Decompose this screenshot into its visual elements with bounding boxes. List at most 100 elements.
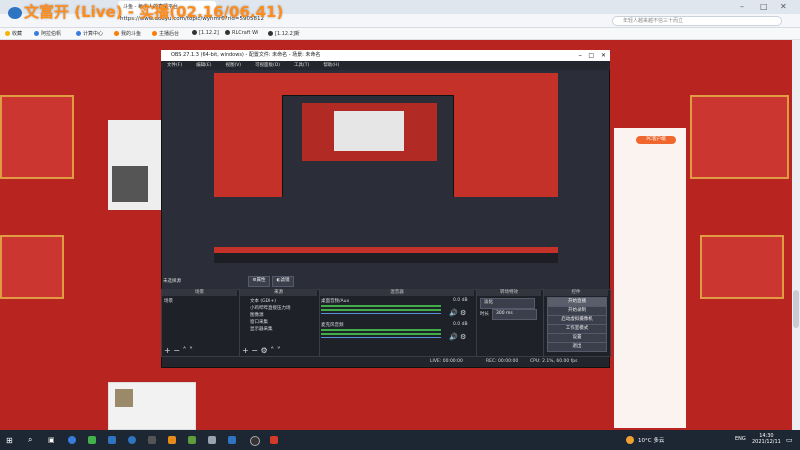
source-item[interactable]: 显示器采集	[250, 326, 273, 332]
add-icon[interactable]: +	[164, 346, 171, 355]
menu-help[interactable]: 帮助(H)	[323, 63, 339, 68]
bookmark-item[interactable]: 阿拉伯帆	[34, 30, 61, 37]
source-item[interactable]: 文本 (GDI+)	[250, 298, 276, 304]
transitions-header: 转场特效	[477, 289, 541, 296]
gear-icon[interactable]: ⚙	[460, 333, 466, 341]
volume-slider[interactable]	[321, 313, 441, 314]
scene-controls: + − ˄ ˅	[164, 346, 193, 355]
mixer-track-db: 0.0 dB	[453, 322, 468, 327]
up-icon[interactable]: ˄	[270, 346, 274, 355]
exit-button[interactable]: 退出	[547, 342, 607, 352]
app-icon[interactable]	[208, 436, 216, 444]
bookmarks-bar: 收藏 阿拉伯帆 计算中心 我的斗鱼 主播后台 [1.12.2] RLCraft …	[0, 28, 800, 40]
windows-taskbar	[0, 430, 800, 450]
windows-start-icon[interactable]: ⊞	[6, 436, 13, 445]
down-icon[interactable]: ˅	[277, 346, 281, 355]
properties-button[interactable]: ⚙属性	[248, 276, 270, 287]
maximize-icon[interactable]: □	[760, 2, 768, 11]
anchor-avatar[interactable]	[112, 166, 148, 202]
live-timer: LIVE: 00:00:00	[430, 359, 463, 364]
close-icon[interactable]: ✕	[780, 2, 787, 11]
bookmark-item[interactable]: [1.12.2]新	[268, 30, 300, 37]
notification-icon[interactable]: ▭	[786, 436, 793, 444]
volume-meter	[321, 329, 441, 331]
input-language[interactable]: ENG	[735, 436, 746, 442]
transition-select[interactable]: 淡化	[480, 298, 535, 309]
app-icon[interactable]	[228, 436, 236, 444]
speaker-icon[interactable]: 🔊	[449, 309, 458, 317]
task-view-icon[interactable]: ▣	[48, 436, 55, 444]
obs-preview[interactable]	[214, 73, 558, 263]
bookmark-item[interactable]: 主播后台	[152, 30, 179, 37]
obs-close-icon[interactable]: ✕	[601, 50, 606, 61]
up-icon[interactable]: ˄	[183, 346, 187, 355]
obs-minimize-icon[interactable]: –	[579, 50, 583, 61]
menu-view[interactable]: 视图(V)	[225, 63, 241, 68]
weather-icon	[626, 436, 634, 444]
site-icon	[76, 31, 81, 36]
page-scrollbar-thumb[interactable]	[793, 290, 799, 328]
scene-item[interactable]: 场景	[164, 298, 173, 304]
gear-icon[interactable]: ⚙	[261, 346, 268, 355]
taskbar-clock[interactable]: 14:30 2021/12/11	[752, 433, 781, 445]
mixer-header: 混音器	[320, 289, 474, 296]
page-scrollbar[interactable]	[792, 40, 800, 430]
browser-app-icon[interactable]	[68, 436, 76, 444]
down-icon[interactable]: ˅	[189, 346, 193, 355]
mixer-track-db: 0.0 dB	[453, 298, 468, 303]
browser-search-input[interactable]: 年轻人越来越不信三十而立	[612, 16, 782, 26]
source-controls: + − ⚙ ˄ ˅	[242, 346, 281, 355]
menu-edit[interactable]: 编辑(E)	[196, 63, 211, 68]
chat-panel: PC客户端	[614, 128, 686, 428]
app-icon[interactable]	[148, 436, 156, 444]
app-icon[interactable]	[270, 436, 278, 444]
weather-text[interactable]: 10°C 多云	[638, 436, 664, 444]
site-icon	[34, 31, 39, 36]
obs-app-icon[interactable]	[250, 436, 260, 446]
stream-overlay-title: 文富开 (Live) - 实播(02.16/06.41)	[8, 1, 283, 22]
bookmark-item[interactable]: RLCraft Wi	[225, 30, 258, 36]
mixer-track-name: 麦克风音频	[321, 323, 344, 328]
site-icon	[114, 31, 119, 36]
source-item[interactable]: 图像源	[250, 312, 264, 318]
duration-field[interactable]: 300 ms	[492, 309, 537, 320]
source-item[interactable]: 小鸡哔哔直接压力场	[250, 305, 291, 311]
obs-title-bar: OBS 27.1.3 (64-bit, windows) - 配置文件: 未命名…	[161, 50, 610, 61]
pc-client-button[interactable]: PC客户端	[636, 136, 676, 144]
minimize-icon[interactable]: –	[740, 2, 744, 11]
remove-icon[interactable]: −	[173, 346, 180, 355]
app-icon[interactable]	[168, 436, 176, 444]
search-icon[interactable]: ⌕	[28, 435, 32, 445]
volume-meter	[321, 305, 441, 307]
add-icon[interactable]: +	[242, 346, 249, 355]
gear-icon[interactable]: ⚙	[460, 309, 466, 317]
filters-button[interactable]: ◐滤镜	[272, 276, 294, 287]
remove-icon[interactable]: −	[251, 346, 258, 355]
mixer-track-name: 桌面音频/Aux	[321, 299, 350, 304]
scenes-header: 场景	[162, 289, 237, 296]
app-icon[interactable]	[128, 436, 136, 444]
source-item[interactable]: 窗口采集	[250, 319, 268, 325]
site-icon	[268, 31, 273, 36]
bookmark-item[interactable]: 我的斗鱼	[114, 30, 141, 37]
site-icon	[152, 31, 157, 36]
volume-slider[interactable]	[321, 337, 441, 338]
menu-tools[interactable]: 工具(T)	[294, 63, 309, 68]
bookmark-item[interactable]: 计算中心	[76, 30, 103, 37]
menu-file[interactable]: 文件(F)	[167, 63, 182, 68]
wechat-app-icon[interactable]	[88, 436, 96, 444]
cpu-fps: CPU: 2.1%, 60.00 fps	[530, 359, 578, 364]
minecraft-app-icon[interactable]	[188, 436, 196, 444]
promo-card[interactable]	[108, 382, 196, 430]
rec-timer: REC: 00:00:00	[486, 359, 519, 364]
volume-meter	[321, 333, 441, 335]
douyu-logo-icon	[8, 6, 22, 19]
gift-decoration-left-2	[0, 235, 64, 299]
speaker-icon[interactable]: 🔊	[449, 333, 458, 341]
nested-taskbar	[214, 253, 558, 263]
bookmark-item[interactable]: [1.12.2]	[192, 30, 219, 36]
menu-docks[interactable]: 可视面板(D)	[255, 63, 280, 68]
obs-maximize-icon[interactable]: □	[588, 50, 594, 61]
bookmark-item[interactable]: 收藏	[5, 30, 22, 37]
app-icon[interactable]	[108, 436, 116, 444]
